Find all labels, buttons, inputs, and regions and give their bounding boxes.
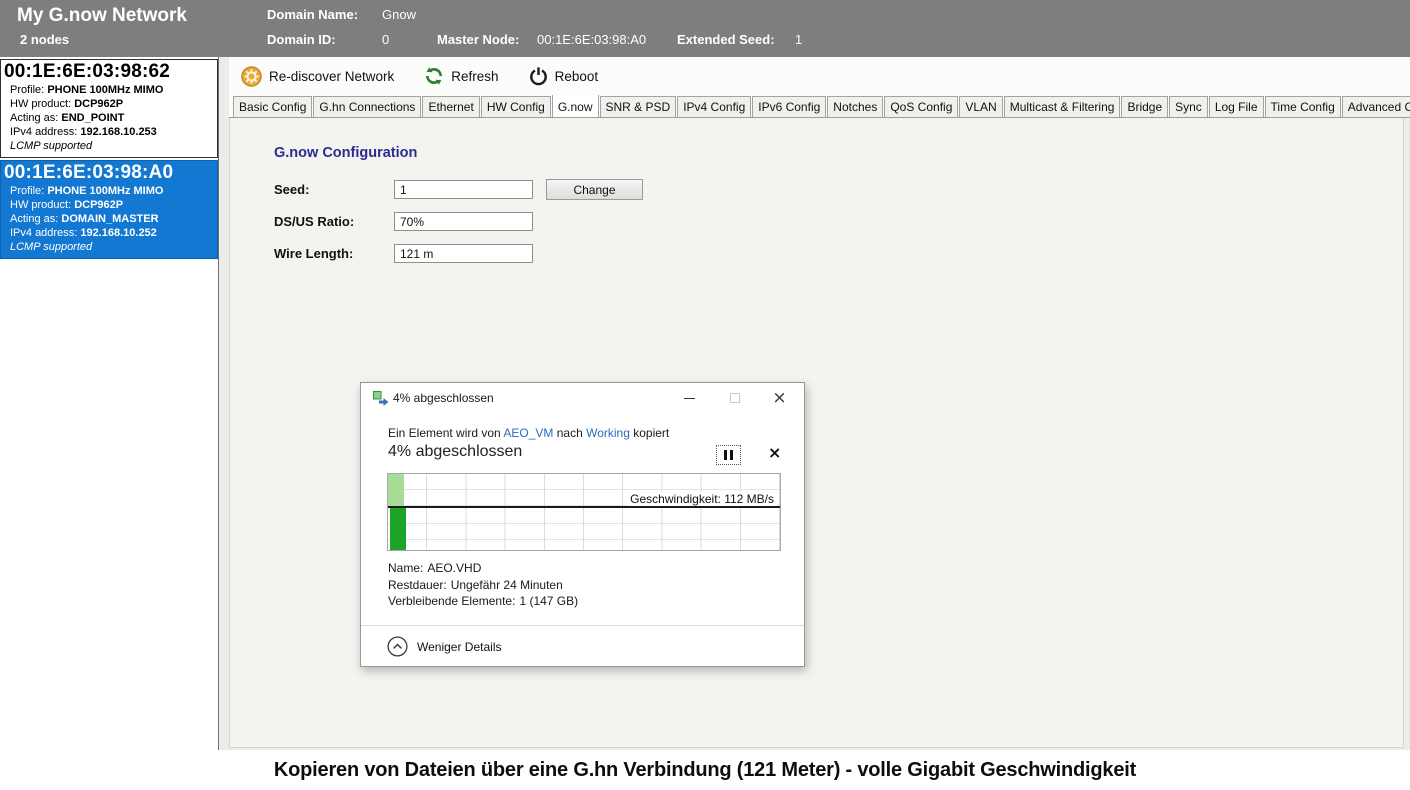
wire-length-label: Wire Length:	[274, 246, 353, 261]
rediscover-network-label: Re-discover Network	[269, 69, 394, 84]
tab-time-config[interactable]: Time Config	[1265, 96, 1341, 117]
tab-multicast-filtering[interactable]: Multicast & Filtering	[1004, 96, 1121, 117]
maximize-icon	[730, 393, 740, 403]
copy-details: Name:AEO.VHD Restdauer:Ungefähr 24 Minut…	[388, 560, 578, 610]
node-mac: 00:1E:6E:03:98:62	[4, 61, 213, 83]
copy-progress-dialog: 4% abgeschlossen × Ein Element wird von …	[360, 382, 805, 667]
node-ipv4: IPv4 address: 192.168.10.253	[4, 125, 213, 139]
fewer-details-label: Weniger Details	[417, 640, 501, 654]
reboot-button[interactable]: Reboot	[526, 64, 602, 88]
tab-gnow[interactable]: G.now	[552, 95, 599, 118]
tab-ipv4-config[interactable]: IPv4 Config	[677, 96, 751, 117]
change-seed-button[interactable]: Change	[546, 179, 643, 200]
progress-percent-text: 4% abgeschlossen	[388, 443, 522, 461]
copy-file-icon	[373, 391, 389, 406]
remaining-items-row: Verbleibende Elemente:1 (147 GB)	[388, 593, 578, 610]
tab-bar: Basic Config G.hn Connections Ethernet H…	[229, 95, 1410, 118]
fewer-details-button[interactable]: Weniger Details	[387, 636, 501, 657]
node-hw-product: HW product: DCP962P	[4, 198, 213, 212]
node-profile: Profile: PHONE 100MHz MIMO	[4, 184, 213, 198]
extended-seed-value: 1	[795, 32, 802, 47]
pause-button[interactable]	[716, 445, 741, 465]
tab-snr-psd[interactable]: SNR & PSD	[600, 96, 677, 117]
seed-input[interactable]	[394, 180, 533, 199]
tab-notches[interactable]: Notches	[827, 96, 883, 117]
progress-bar	[388, 474, 404, 506]
tab-ghn-connections[interactable]: G.hn Connections	[313, 96, 421, 117]
reboot-label: Reboot	[555, 69, 599, 84]
node-lcmp-note: LCMP supported	[4, 241, 213, 253]
gear-icon	[241, 66, 262, 87]
node-acting-as: Acting as: DOMAIN_MASTER	[4, 212, 213, 226]
domain-name-value: Gnow	[382, 7, 416, 22]
tab-ethernet[interactable]: Ethernet	[422, 96, 479, 117]
node-ipv4: IPv4 address: 192.168.10.252	[4, 226, 213, 240]
page-title: G.now Configuration	[274, 145, 417, 161]
speed-bar	[390, 508, 406, 550]
minimize-button[interactable]	[667, 383, 712, 413]
caption-text: Kopieren von Dateien über eine G.hn Verb…	[0, 750, 1410, 790]
dialog-footer: Weniger Details	[361, 625, 804, 666]
master-node-value: 00:1E:6E:03:98:A0	[537, 32, 646, 47]
tab-sync[interactable]: Sync	[1169, 96, 1208, 117]
speed-graph: Geschwindigkeit: 112 MB/s	[387, 473, 781, 551]
tab-log-file[interactable]: Log File	[1209, 96, 1264, 117]
header: My G.now Network 2 nodes Domain Name: Gn…	[0, 0, 1410, 57]
refresh-icon	[424, 66, 444, 86]
speed-history-track	[388, 508, 780, 550]
source-folder-link[interactable]: AEO_VM	[503, 426, 553, 440]
remaining-time-row: Restdauer:Ungefähr 24 Minuten	[388, 577, 578, 594]
cancel-copy-button: ×	[762, 442, 787, 463]
power-icon	[529, 66, 548, 86]
chevron-up-circle-icon	[387, 636, 408, 657]
toolbar: Re-discover Network Refresh	[229, 57, 1410, 95]
speed-label: Geschwindigkeit: 112 MB/s	[627, 492, 777, 506]
ds-us-ratio-input[interactable]	[394, 212, 533, 231]
domain-id-value: 0	[382, 32, 389, 47]
pause-icon	[724, 450, 727, 460]
file-name-row: Name:AEO.VHD	[388, 560, 578, 577]
domain-name-label: Domain Name:	[267, 7, 358, 22]
network-title: My G.now Network	[17, 5, 187, 27]
node-count: 2 nodes	[20, 32, 69, 47]
cancel-icon[interactable]: ×	[768, 443, 781, 462]
tab-qos-config[interactable]: QoS Config	[884, 96, 958, 117]
node-hw-product: HW product: DCP962P	[4, 97, 213, 111]
refresh-button[interactable]: Refresh	[421, 64, 501, 88]
master-node-label: Master Node:	[437, 32, 519, 47]
copy-description: Ein Element wird von AEO_VM nach Working…	[388, 426, 669, 440]
node-acting-as: Acting as: END_POINT	[4, 111, 213, 125]
close-button[interactable]: ×	[757, 383, 802, 413]
node-profile: Profile: PHONE 100MHz MIMO	[4, 83, 213, 97]
tab-hw-config[interactable]: HW Config	[481, 96, 551, 117]
refresh-label: Refresh	[451, 69, 498, 84]
wire-length-input[interactable]	[394, 244, 533, 263]
extended-seed-label: Extended Seed:	[677, 32, 775, 47]
tab-basic-config[interactable]: Basic Config	[233, 96, 312, 117]
tab-bridge[interactable]: Bridge	[1121, 96, 1168, 117]
dialog-title: 4% abgeschlossen	[393, 391, 494, 405]
window-controls: ×	[667, 383, 802, 413]
app-window: My G.now Network 2 nodes Domain Name: Gn…	[0, 0, 1410, 790]
progress-track: Geschwindigkeit: 112 MB/s	[388, 474, 780, 506]
rediscover-network-button[interactable]: Re-discover Network	[238, 64, 397, 89]
node-list: 00:1E:6E:03:98:62 Profile: PHONE 100MHz …	[0, 57, 219, 750]
domain-id-label: Domain ID:	[267, 32, 336, 47]
node-mac: 00:1E:6E:03:98:A0	[4, 162, 213, 184]
dialog-titlebar[interactable]: 4% abgeschlossen ×	[361, 383, 804, 413]
tab-vlan[interactable]: VLAN	[959, 96, 1002, 117]
node-lcmp-note: LCMP supported	[4, 140, 213, 152]
close-icon: ×	[772, 390, 786, 407]
tab-advanced-config[interactable]: Advanced Config	[1342, 96, 1410, 117]
node-card-domain-master[interactable]: 00:1E:6E:03:98:A0 Profile: PHONE 100MHz …	[0, 160, 218, 259]
node-card-end-point[interactable]: 00:1E:6E:03:98:62 Profile: PHONE 100MHz …	[0, 59, 218, 158]
tab-ipv6-config[interactable]: IPv6 Config	[752, 96, 826, 117]
maximize-button[interactable]	[712, 383, 757, 413]
seed-label: Seed:	[274, 182, 309, 197]
destination-folder-link[interactable]: Working	[586, 426, 630, 440]
minimize-icon	[684, 398, 695, 399]
ds-us-ratio-label: DS/US Ratio:	[274, 214, 354, 229]
